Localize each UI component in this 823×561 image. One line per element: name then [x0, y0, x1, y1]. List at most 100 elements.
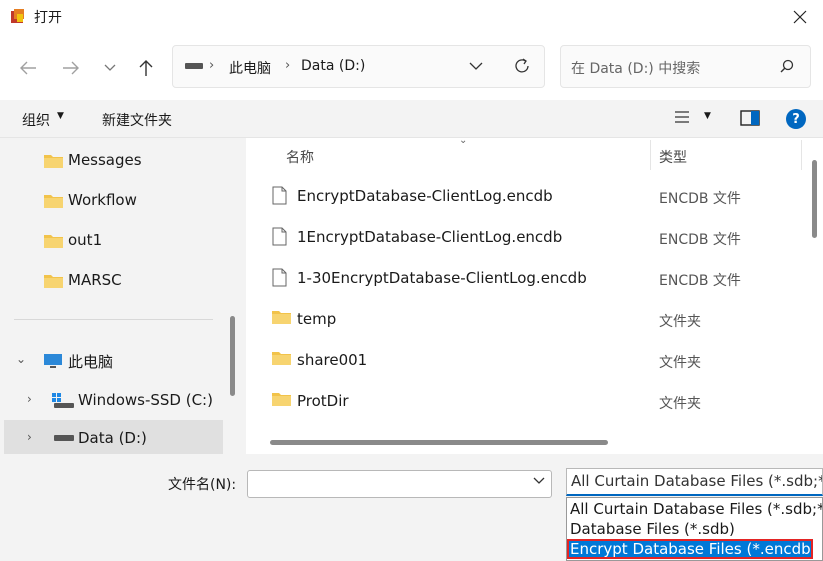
window-title: 打开 — [34, 10, 62, 26]
nav-item-marsc[interactable]: MARSC — [0, 262, 224, 298]
up-button[interactable] — [132, 54, 160, 82]
forward-button[interactable] — [57, 54, 85, 82]
folder-name: ProtDir — [297, 392, 349, 410]
filter-option-all-curtain[interactable]: All Curtain Database Files (*.sdb;*.encd… — [567, 499, 822, 519]
close-icon — [793, 10, 807, 24]
file-type: ENCDB 文件 — [659, 273, 741, 289]
folder-icon — [44, 155, 63, 168]
folder-name: temp — [297, 310, 337, 328]
breadcrumb-separator-icon: › — [209, 58, 215, 73]
preview-pane-icon[interactable] — [740, 110, 760, 126]
folder-row[interactable]: temp 文件夹 — [246, 299, 806, 340]
file-name: 1EncryptDatabase-ClientLog.encdb — [297, 228, 563, 246]
folder-icon — [44, 235, 63, 248]
chevron-down-icon — [104, 64, 116, 71]
file-type-filter-select[interactable]: All Curtain Database Files (*.sdb;*.encd… — [566, 468, 823, 496]
nav-item-this-pc[interactable]: ⌄ 此电脑 — [0, 342, 224, 378]
view-dropdown-icon[interactable]: ▼ — [704, 111, 711, 121]
filename-label: 文件名(N): — [168, 477, 237, 493]
address-bar[interactable]: › 此电脑 › Data (D:) — [172, 45, 545, 88]
file-name-bar: 文件名(N): All Curtain Database Files (*.sd… — [0, 454, 823, 561]
breadcrumb-data-drive[interactable]: Data (D:) — [301, 58, 365, 74]
system-drive-icon — [52, 393, 74, 408]
close-button[interactable] — [777, 0, 823, 34]
drive-icon — [185, 63, 203, 69]
folder-row[interactable]: ProtDir 文件夹 — [246, 381, 806, 422]
nav-item-label: Workflow — [68, 191, 137, 209]
command-toolbar: 组织 ▼ 新建文件夹 ▼ ? — [0, 100, 823, 138]
file-icon — [272, 268, 287, 287]
search-box[interactable]: 在 Data (D:) 中搜索 — [560, 45, 811, 88]
help-button[interactable]: ? — [786, 109, 806, 129]
filename-input[interactable] — [247, 470, 552, 498]
nav-item-workflow[interactable]: Workflow — [0, 182, 224, 218]
nav-item-data-drive[interactable]: › Data (D:) — [4, 420, 223, 456]
folder-name: share001 — [297, 351, 368, 369]
file-row[interactable]: 1-30EncryptDatabase-ClientLog.encdb ENCD… — [246, 258, 806, 299]
folder-icon — [44, 275, 63, 288]
vertical-scrollbar[interactable] — [812, 160, 817, 238]
file-name: EncryptDatabase-ClientLog.encdb — [297, 187, 553, 205]
folder-icon — [272, 311, 291, 324]
help-icon: ? — [792, 111, 800, 127]
file-type: 文件夹 — [659, 314, 701, 330]
breadcrumb-this-pc[interactable]: 此电脑 — [229, 58, 271, 78]
address-history-chevron-down-icon[interactable] — [469, 58, 483, 74]
file-type-filter-selected: All Curtain Database Files (*.sdb;*.encd… — [571, 472, 822, 490]
folder-icon — [44, 195, 63, 208]
filename-history-chevron-down-icon[interactable] — [533, 474, 545, 486]
title-bar: 打开 — [0, 0, 823, 34]
organize-dropdown-icon: ▼ — [57, 111, 64, 121]
nav-item-out1[interactable]: out1 — [0, 222, 224, 258]
file-type: ENCDB 文件 — [659, 232, 741, 248]
navigation-pane: Messages Workflow out1 MARSC ⌄ 此电脑 › Win… — [0, 138, 246, 456]
column-header-type[interactable]: 类型 — [659, 147, 687, 167]
nav-item-label: 此电脑 — [68, 353, 114, 371]
folder-icon — [272, 393, 291, 406]
filter-option-sdb[interactable]: Database Files (*.sdb) — [567, 519, 822, 539]
nav-item-label: Data (D:) — [78, 429, 147, 447]
sort-chevron-icon: ⌄ — [459, 135, 468, 146]
refresh-icon[interactable] — [513, 57, 531, 75]
chevron-right-icon[interactable]: › — [27, 430, 32, 444]
nav-item-label: Messages — [68, 151, 142, 169]
column-divider[interactable] — [801, 140, 802, 170]
column-header-name[interactable]: 名称 — [286, 147, 314, 167]
arrow-up-icon — [139, 60, 153, 76]
file-row[interactable]: 1EncryptDatabase-ClientLog.encdb ENCDB 文… — [246, 217, 806, 258]
file-row[interactable]: EncryptDatabase-ClientLog.encdb ENCDB 文件 — [246, 176, 806, 217]
file-list: ⌄ 名称 类型 EncryptDatabase-ClientLog.encdb … — [246, 135, 823, 454]
file-type-filter-list: All Curtain Database Files (*.sdb;*.encd… — [566, 497, 823, 561]
app-icon — [11, 9, 24, 23]
folder-row[interactable]: share001 文件夹 — [246, 340, 806, 381]
organize-button[interactable]: 组织 — [22, 110, 50, 130]
file-type: 文件夹 — [659, 396, 701, 412]
file-name: 1-30EncryptDatabase-ClientLog.encdb — [297, 269, 587, 287]
drive-icon — [54, 435, 74, 441]
nav-item-windows-ssd[interactable]: › Windows-SSD (C:) — [0, 382, 224, 418]
nav-item-label: MARSC — [68, 271, 122, 289]
file-type: ENCDB 文件 — [659, 191, 741, 207]
search-input[interactable]: 在 Data (D:) 中搜索 — [571, 58, 700, 78]
chevron-down-icon[interactable]: ⌄ — [16, 352, 26, 366]
new-folder-button[interactable]: 新建文件夹 — [102, 110, 172, 130]
breadcrumb-separator-icon: › — [285, 58, 291, 73]
nav-scrollbar[interactable] — [230, 316, 235, 396]
recent-locations-button[interactable] — [96, 54, 124, 82]
arrow-right-icon — [63, 61, 79, 75]
arrow-left-icon — [20, 61, 36, 75]
folder-icon — [272, 352, 291, 365]
search-icon — [780, 59, 794, 73]
column-divider[interactable] — [650, 140, 651, 170]
file-icon — [272, 186, 287, 205]
filter-option-encdb[interactable]: Encrypt Database Files (*.encdb) — [567, 539, 816, 559]
file-icon — [272, 227, 287, 246]
chevron-right-icon[interactable]: › — [27, 392, 32, 406]
nav-item-label: out1 — [68, 231, 103, 249]
file-type: 文件夹 — [659, 355, 701, 371]
back-button[interactable] — [14, 54, 42, 82]
nav-item-messages[interactable]: Messages — [0, 142, 224, 178]
monitor-icon — [44, 354, 62, 368]
view-options-icon[interactable] — [674, 110, 690, 124]
horizontal-scrollbar[interactable] — [270, 440, 608, 445]
